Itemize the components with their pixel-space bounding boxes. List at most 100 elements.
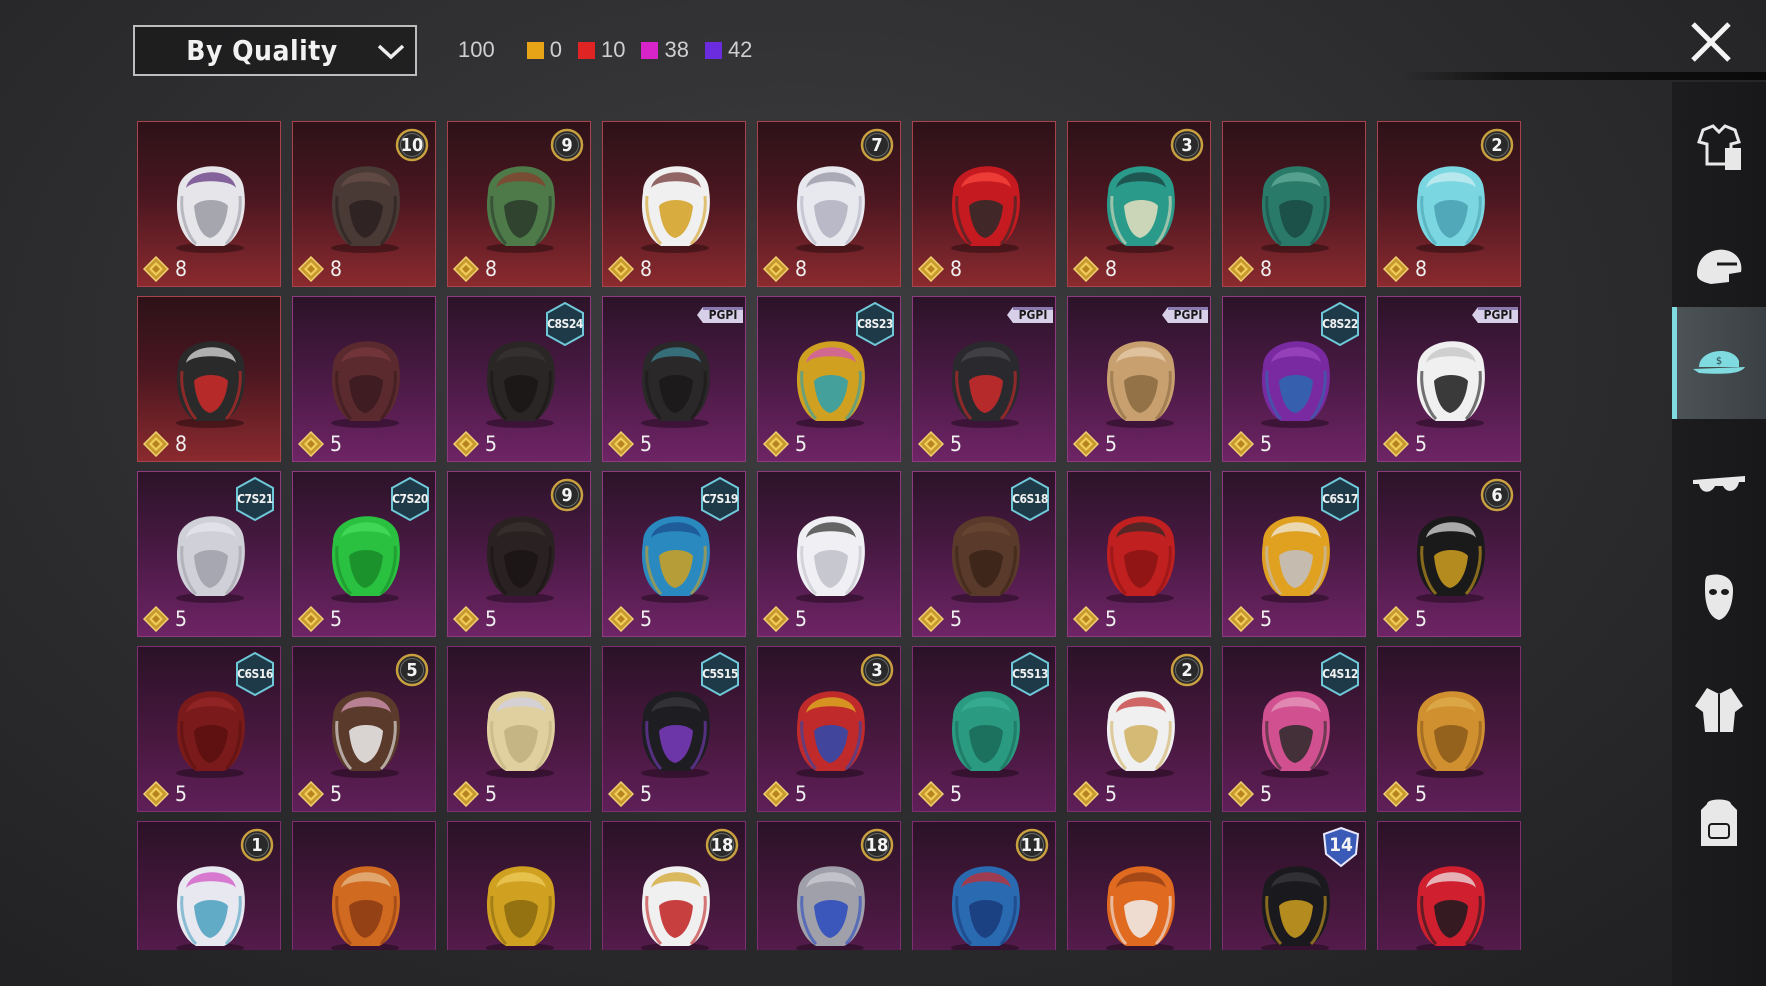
item-tile[interactable]: 18	[757, 821, 901, 950]
item-cost: 5	[453, 431, 498, 457]
coin-icon	[1228, 256, 1254, 282]
item-cost: 5	[1073, 606, 1117, 632]
item-tile[interactable]: 5	[1377, 646, 1521, 812]
item-tile[interactable]: 5 PGPI	[912, 296, 1056, 462]
item-tile[interactable]: 5 C6S18	[912, 471, 1056, 637]
item-tile[interactable]: 5 C7S21	[137, 471, 281, 637]
item-cost-value: 5	[175, 782, 188, 806]
item-tile[interactable]: 5 PGPI	[1067, 296, 1211, 462]
item-tile[interactable]: 82	[1377, 121, 1521, 287]
item-tile[interactable]: 14	[1222, 821, 1366, 950]
gold-swatch	[526, 41, 544, 59]
item-tile[interactable]	[1377, 821, 1521, 950]
item-cost-value: 8	[485, 257, 498, 281]
item-tile[interactable]: 5 C8S22	[1222, 296, 1366, 462]
coin-icon	[608, 431, 634, 457]
item-tile[interactable]: 5 C7S19	[602, 471, 746, 637]
item-tile[interactable]: 5 C6S16	[137, 646, 281, 812]
item-tile[interactable]: 8	[602, 121, 746, 287]
item-cost: 8	[1073, 256, 1117, 282]
badge-text: 10	[400, 134, 424, 156]
item-tile[interactable]: 53	[757, 646, 901, 812]
item-cost-value: 8	[795, 257, 808, 281]
item-tile[interactable]: 18	[602, 821, 746, 950]
item-tile[interactable]: 5	[292, 296, 436, 462]
item-tile[interactable]: 5 C7S20	[292, 471, 436, 637]
pink-swatch	[641, 41, 659, 59]
item-tile[interactable]: 5 C8S23	[757, 296, 901, 462]
badge-text: C7S19	[702, 492, 738, 506]
item-cost: 5	[453, 606, 497, 632]
item-tile[interactable]	[1067, 821, 1211, 950]
coin-icon	[1383, 606, 1409, 632]
coin-icon	[1073, 781, 1099, 807]
coin-icon	[608, 606, 634, 632]
event-badge: PGPI	[1005, 305, 1055, 325]
item-tile[interactable]: 5 C5S15	[602, 646, 746, 812]
eyewear-tab[interactable]	[1672, 430, 1766, 542]
close-button[interactable]	[1686, 17, 1736, 67]
item-cost-value: 5	[485, 432, 498, 456]
item-tile[interactable]	[447, 821, 591, 950]
item-cost: 5	[1228, 431, 1272, 457]
badge-text: 18	[865, 834, 889, 856]
coin-icon	[1228, 781, 1254, 807]
coin-icon	[918, 781, 944, 807]
item-tile[interactable]: 11	[912, 821, 1056, 950]
headwear-tab[interactable]: $	[1672, 307, 1766, 419]
item-tile[interactable]: 5 PGPI	[1377, 296, 1521, 462]
item-tile[interactable]: 8	[137, 296, 281, 462]
item-tile[interactable]: 5 PGPI	[602, 296, 746, 462]
item-tile[interactable]: 5	[757, 471, 901, 637]
backpack-tab[interactable]	[1672, 768, 1766, 880]
season-badge: C4S12	[1319, 651, 1361, 697]
item-cost-value: 8	[1415, 257, 1428, 281]
item-cost-value: 5	[640, 607, 653, 631]
sort-dropdown[interactable]: By Quality	[133, 25, 417, 76]
item-tile[interactable]: 89	[447, 121, 591, 287]
item-cost-value: 5	[330, 607, 343, 631]
badge-text: 3	[871, 659, 883, 681]
badge-text: 1	[251, 834, 263, 856]
quality-count-pink: 38	[641, 37, 689, 63]
item-tile[interactable]: 52	[1067, 646, 1211, 812]
item-tile[interactable]	[292, 821, 436, 950]
item-cost: 5	[918, 781, 963, 807]
outfit-tab[interactable]	[1672, 94, 1766, 206]
item-cost-value: 5	[950, 782, 963, 806]
item-cost-value: 5	[485, 782, 498, 806]
item-tile[interactable]: 56	[1377, 471, 1521, 637]
item-tile[interactable]: 8	[1222, 121, 1366, 287]
item-tile[interactable]: 5	[1067, 471, 1211, 637]
badge-text: C8S22	[1322, 317, 1358, 331]
jacket-tab[interactable]	[1672, 654, 1766, 766]
item-tile[interactable]: 1	[137, 821, 281, 950]
item-cost: 5	[763, 431, 807, 457]
item-cost-value: 8	[640, 257, 653, 281]
item-tile[interactable]: 8	[912, 121, 1056, 287]
item-tile[interactable]: 5 C8S24	[447, 296, 591, 462]
badge-text: 6	[1491, 484, 1503, 506]
item-tile[interactable]: 5 C5S13	[912, 646, 1056, 812]
quality-count-red: 10	[577, 37, 625, 63]
item-tile[interactable]: 5 C6S17	[1222, 471, 1366, 637]
item-tile[interactable]: 83	[1067, 121, 1211, 287]
quality-counts: 100 0 10 38 42	[458, 35, 762, 65]
level-badge: 5	[395, 653, 429, 687]
item-tile[interactable]: 55	[292, 646, 436, 812]
item-tile[interactable]: 87	[757, 121, 901, 287]
level-badge: 9	[550, 478, 584, 512]
item-tile[interactable]: 5 C4S12	[1222, 646, 1366, 812]
item-tile[interactable]: 8 10	[292, 121, 436, 287]
coin-icon	[453, 606, 479, 632]
item-tile[interactable]: 8	[137, 121, 281, 287]
item-cost: 5	[763, 606, 808, 632]
item-cost: 5	[608, 781, 652, 807]
item-cost: 8	[143, 431, 187, 457]
red-helmet-icon	[951, 166, 1020, 253]
item-tile[interactable]: 5	[447, 646, 591, 812]
mask-tab[interactable]	[1672, 542, 1766, 654]
badge-text: 9	[561, 484, 573, 506]
item-cost-value: 5	[795, 607, 808, 631]
item-tile[interactable]: 59	[447, 471, 591, 637]
